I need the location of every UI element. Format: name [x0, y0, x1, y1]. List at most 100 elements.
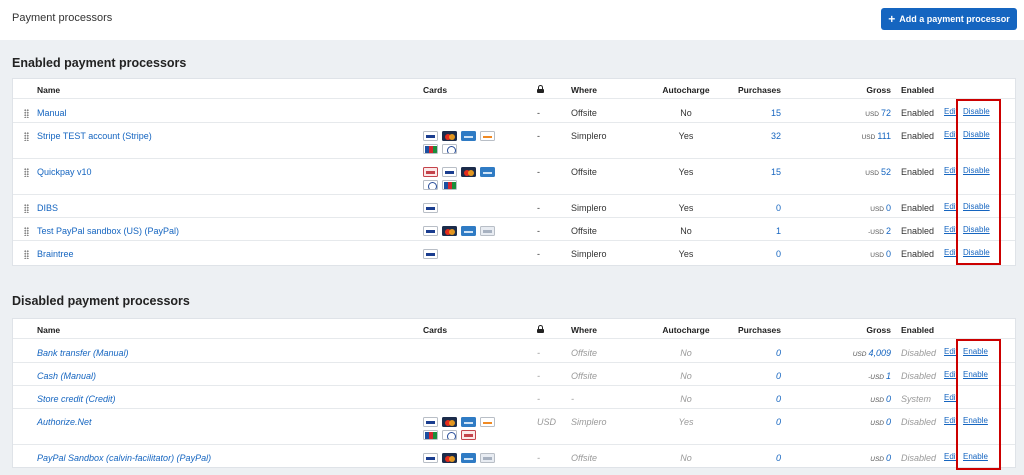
status-value: Disabled: [901, 453, 937, 463]
autocharge-value: No: [680, 394, 692, 404]
diners-card-icon: [423, 180, 438, 190]
currency-label: USD: [870, 420, 884, 427]
purchases-link[interactable]: 0: [729, 371, 781, 381]
page-title: Payment processors: [12, 12, 113, 24]
processor-name-link[interactable]: Braintree: [37, 249, 74, 259]
col-autocharge: Autocharge: [662, 325, 710, 335]
status-value: Enabled: [901, 167, 935, 177]
disabled-section-title: Disabled payment processors: [12, 294, 190, 308]
lock-value: -: [537, 348, 540, 358]
processor-name-link[interactable]: DIBS: [37, 203, 58, 213]
gross-amount-link[interactable]: 2: [886, 226, 891, 236]
gross-value[interactable]: USD 0: [831, 394, 891, 404]
gross-value[interactable]: USD 0: [831, 417, 891, 427]
mastercard-card-icon: [442, 453, 457, 463]
purchases-link[interactable]: 0: [729, 203, 781, 213]
table-row: Store credit (Credit) - - No 0 USD 0 System Edit: [13, 386, 1015, 409]
lock-value: -: [537, 203, 540, 213]
visa-card-icon: [423, 417, 438, 427]
processor-name-link[interactable]: Test PayPal sandbox (US) (PayPal): [37, 226, 179, 236]
purchases-link[interactable]: 0: [729, 249, 781, 259]
purchases-link[interactable]: 0: [729, 453, 781, 463]
amex-card-icon: [461, 453, 476, 463]
purchases-link[interactable]: 0: [729, 417, 781, 427]
gross-value[interactable]: -USD 1: [831, 371, 891, 381]
status-value: Enabled: [901, 249, 935, 259]
processor-name-link[interactable]: Quickpay v10: [37, 167, 92, 177]
gross-amount-link[interactable]: 1: [886, 371, 891, 381]
highlight-box-disable: [956, 99, 1001, 265]
drag-handle-icon[interactable]: [24, 250, 29, 259]
purchases-link[interactable]: 15: [729, 108, 781, 118]
visa-card-icon: [423, 131, 438, 141]
gross-amount-link[interactable]: 0: [886, 394, 891, 404]
purchases-link[interactable]: 0: [729, 394, 781, 404]
gross-value[interactable]: USD 0: [831, 203, 891, 213]
table-row: Braintree - Simplero Yes 0 USD 0 Enabled Edit Dis…: [13, 241, 1015, 265]
where-value: Simplero: [571, 249, 607, 259]
jcb-card-icon: [423, 430, 438, 440]
processor-name-link[interactable]: Cash (Manual): [37, 371, 96, 381]
where-value: Offsite: [571, 108, 597, 118]
add-payment-processor-button[interactable]: + Add a payment processor: [881, 8, 1017, 30]
gross-amount-link[interactable]: 0: [886, 203, 891, 213]
drag-handle-icon[interactable]: [24, 109, 29, 118]
gross-value[interactable]: USD 0: [831, 249, 891, 259]
disabled-processors-table: Name Cards Where Autocharge Purchases Gr…: [12, 318, 1016, 468]
currency-label: USD: [852, 351, 867, 358]
gross-amount-link[interactable]: 0: [886, 417, 891, 427]
lock-icon: [537, 85, 544, 95]
col-name: Name: [37, 325, 61, 335]
card-icons: [423, 167, 513, 190]
where-value: -: [571, 394, 574, 404]
gross-value[interactable]: USD 72: [831, 108, 891, 118]
enabled-processors-table: Name Cards Where Autocharge Purchases Gr…: [12, 78, 1016, 266]
card-icons: [423, 453, 513, 463]
drag-handle-icon[interactable]: [24, 227, 29, 236]
amex-card-icon: [461, 131, 476, 141]
lock-value: -: [537, 249, 540, 259]
purchases-link[interactable]: 0: [729, 348, 781, 358]
drag-handle-icon[interactable]: [24, 204, 29, 213]
currency-label: USD: [870, 252, 884, 259]
purchases-link[interactable]: 32: [729, 131, 781, 141]
jcb-card-icon: [442, 180, 457, 190]
highlight-box-enable: [956, 339, 1001, 470]
col-purchases: Purchases: [738, 85, 781, 95]
gross-amount-link[interactable]: 0: [886, 453, 891, 463]
autocharge-value: No: [680, 348, 692, 358]
drag-handle-icon[interactable]: [24, 132, 29, 141]
gross-value[interactable]: USD 0: [831, 453, 891, 463]
lock-value: -: [537, 371, 540, 381]
col-cards: Cards: [423, 85, 448, 95]
gross-value[interactable]: USD 52: [831, 167, 891, 177]
gross-value[interactable]: USD 4,009: [831, 348, 891, 358]
jcb-card-icon: [423, 144, 438, 154]
gross-amount-link[interactable]: 111: [877, 131, 891, 141]
drag-handle-icon[interactable]: [24, 168, 29, 177]
add-button-label: Add a payment processor: [899, 14, 1010, 24]
processor-name-link[interactable]: Manual: [37, 108, 67, 118]
processor-name-link[interactable]: Store credit (Credit): [37, 394, 116, 404]
maestro-card-icon: [480, 453, 495, 463]
gross-value[interactable]: USD 111: [831, 131, 891, 141]
gross-amount-link[interactable]: 4,009: [868, 348, 891, 358]
processor-name-link[interactable]: Stripe TEST account (Stripe): [37, 131, 152, 141]
gross-value[interactable]: -USD 2: [831, 226, 891, 236]
status-value: Enabled: [901, 203, 935, 213]
autocharge-value: Yes: [678, 249, 694, 259]
processor-name-link[interactable]: PayPal Sandbox (calvin-facilitator) (Pay…: [37, 453, 211, 463]
processor-name-link[interactable]: Bank transfer (Manual): [37, 348, 129, 358]
enabled-section-title: Enabled payment processors: [12, 56, 187, 70]
table-header: Name Cards Where Autocharge Purchases Gr…: [13, 79, 1015, 99]
col-name: Name: [37, 85, 61, 95]
currency-label: USD: [870, 206, 884, 213]
gross-amount-link[interactable]: 52: [881, 167, 891, 177]
purchases-link[interactable]: 1: [729, 226, 781, 236]
status-value: Disabled: [901, 348, 937, 358]
gross-amount-link[interactable]: 0: [886, 249, 891, 259]
processor-name-link[interactable]: Authorize.Net: [37, 417, 92, 427]
gross-amount-link[interactable]: 72: [881, 108, 891, 118]
currency-label: USD: [870, 397, 884, 404]
purchases-link[interactable]: 15: [729, 167, 781, 177]
